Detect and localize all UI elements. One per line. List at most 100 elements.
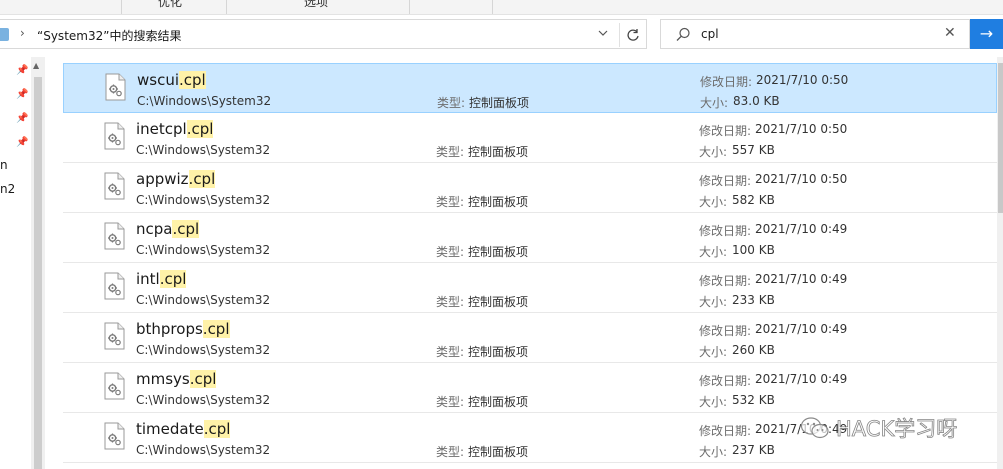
chevron-right-icon[interactable]: › (20, 26, 25, 40)
search-result-row[interactable]: bthprops.cpl C:\Windows\System32 类型: 控制面板项 修… (63, 313, 997, 363)
ribbon-tab-options[interactable]: 选项 (284, 0, 348, 14)
cpl-file-icon (104, 372, 125, 400)
file-type-value: 控制面板项 (469, 96, 530, 110)
file-size-label: 大小: (699, 345, 728, 359)
ribbon-tab-optimize[interactable]: 优化 (138, 0, 202, 14)
file-name[interactable]: intl.cpl (136, 270, 187, 288)
search-result-row[interactable]: appwiz.cpl C:\Windows\System32 类型: 控制面板项 修改日… (63, 163, 997, 213)
ribbon-divider (121, 0, 122, 14)
file-size-label: 大小: (699, 395, 728, 409)
file-path: C:\Windows\System32 (136, 393, 271, 407)
search-result-row[interactable]: ncpa.cpl C:\Windows\System32 类型: 控制面板项 修改日期:… (63, 213, 997, 263)
search-input[interactable]: cpl (701, 27, 719, 41)
modified-date-value: 2021/7/10 0:49 (755, 272, 848, 286)
nav-item-fragment[interactable]: n (0, 158, 8, 172)
pin-icon[interactable]: 📌 (16, 138, 28, 148)
cpl-file-icon (104, 422, 125, 450)
nav-scrollbar[interactable]: ▲ (31, 57, 45, 469)
file-type-label: 类型: (436, 345, 465, 359)
file-path: C:\Windows\System32 (136, 193, 271, 207)
file-name[interactable]: inetcpl.cpl (136, 120, 214, 138)
search-match-highlight: .cpl (189, 370, 217, 388)
pin-icon[interactable]: 📌 (16, 66, 28, 76)
ribbon-divider (492, 0, 493, 14)
file-type-value: 控制面板项 (468, 345, 529, 359)
search-result-row[interactable]: intl.cpl C:\Windows\System32 类型: 控制面板项 修改日期:… (63, 263, 997, 313)
file-size-label: 大小: (700, 96, 729, 110)
address-bar[interactable]: › “System32”中的搜索结果 (0, 19, 647, 49)
file-type-label: 类型: (436, 445, 465, 459)
file-name[interactable]: bthprops.cpl (136, 320, 230, 338)
modified-date-label: 修改日期: (699, 174, 752, 188)
ribbon-tab-strip: 优化 选项 (0, 0, 1003, 15)
cpl-file-icon (105, 73, 126, 101)
file-name[interactable]: ncpa.cpl (136, 220, 200, 238)
modified-date-label: 修改日期: (700, 75, 753, 89)
search-result-row[interactable]: wscui.cpl C:\Windows\System32 类型: 控制面板项 修改日期… (63, 63, 997, 113)
file-size-value: 233 KB (732, 293, 775, 307)
file-size-value: 100 KB (732, 243, 775, 257)
pin-icon[interactable]: 📌 (16, 90, 28, 100)
refresh-icon (626, 29, 639, 41)
search-match-highlight: .cpl (202, 320, 230, 338)
file-path: C:\Windows\System32 (137, 94, 272, 108)
search-match-highlight: .cpl (172, 220, 200, 238)
search-icon (676, 27, 690, 41)
nav-item-fragment[interactable]: n2 (0, 182, 15, 196)
modified-date-label: 修改日期: (699, 274, 752, 288)
modified-date-value: 2021/7/10 0:49 (755, 322, 848, 336)
scrollbar-thumb[interactable] (998, 63, 1003, 213)
search-result-row[interactable]: inetcpl.cpl C:\Windows\System32 类型: 控制面板项 修改… (63, 113, 997, 163)
search-box[interactable]: cpl ✕ (660, 19, 970, 49)
modified-date-label: 修改日期: (699, 124, 752, 138)
cpl-file-icon (104, 322, 125, 350)
cpl-file-icon (104, 222, 125, 250)
file-type-label: 类型: (436, 295, 465, 309)
file-type-value: 控制面板项 (468, 395, 529, 409)
modified-date-label: 修改日期: (699, 224, 752, 238)
file-name-stem: mmsys (136, 370, 190, 388)
file-name[interactable]: wscui.cpl (137, 71, 206, 89)
file-type-label: 类型: (436, 395, 465, 409)
file-name-stem: timedate (136, 420, 204, 438)
file-size-value: 83.0 KB (733, 94, 780, 108)
refresh-button[interactable] (619, 23, 645, 47)
results-scrollbar[interactable] (997, 57, 1003, 469)
close-icon[interactable]: ✕ (944, 25, 956, 41)
file-name[interactable]: appwiz.cpl (136, 170, 216, 188)
modified-date-label: 修改日期: (699, 324, 752, 338)
folder-icon (0, 28, 9, 41)
ribbon-divider (226, 0, 227, 14)
file-size-label: 大小: (699, 195, 728, 209)
chevron-down-icon[interactable] (594, 26, 612, 44)
file-type-value: 控制面板项 (468, 445, 529, 459)
file-size-value: 582 KB (732, 193, 775, 207)
search-result-row[interactable]: mmsys.cpl C:\Windows\System32 类型: 控制面板项 修改日期… (63, 363, 997, 413)
file-name[interactable]: mmsys.cpl (136, 370, 217, 388)
file-size-value: 260 KB (732, 343, 775, 357)
file-type-value: 控制面板项 (468, 145, 529, 159)
wechat-icon (800, 417, 829, 439)
pin-icon[interactable]: 📌 (16, 114, 28, 124)
cpl-file-icon (104, 122, 125, 150)
search-match-highlight: .cpl (159, 270, 187, 288)
file-path: C:\Windows\System32 (136, 143, 271, 157)
scroll-up-icon[interactable]: ▲ (33, 61, 39, 70)
file-type-label: 类型: (437, 96, 466, 110)
file-type-value: 控制面板项 (468, 195, 529, 209)
file-type-label: 类型: (436, 145, 465, 159)
file-size-label: 大小: (699, 245, 728, 259)
modified-date-value: 2021/7/10 0:50 (755, 122, 848, 136)
file-type-value: 控制面板项 (468, 295, 529, 309)
file-name-stem: ncpa (136, 220, 173, 238)
file-size-value: 532 KB (732, 393, 775, 407)
watermark-text: HACK学习呀 (836, 417, 958, 442)
file-name[interactable]: timedate.cpl (136, 420, 231, 438)
file-path: C:\Windows\System32 (136, 443, 271, 457)
modified-date-value: 2021/7/10 0:50 (755, 172, 848, 186)
modified-date-value: 2021/7/10 0:49 (755, 222, 848, 236)
scrollbar-thumb[interactable] (34, 77, 42, 469)
search-match-highlight: .cpl (186, 120, 214, 138)
address-path[interactable]: “System32”中的搜索结果 (37, 27, 181, 44)
search-go-button[interactable]: → (970, 19, 1003, 49)
